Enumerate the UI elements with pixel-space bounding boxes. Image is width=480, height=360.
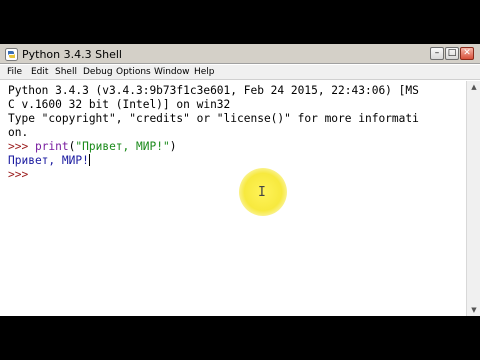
vertical-scrollbar[interactable]: ▲ ▼ (466, 81, 480, 316)
menu-debug[interactable]: Debug (83, 67, 113, 77)
banner-line: C v.1600 32 bit (Intel)] on win32 (8, 98, 231, 111)
idle-shell-window: Python 3.4.3 Shell – □ ✕ File Edit Shell… (0, 44, 480, 316)
window-title: Python 3.4.3 Shell (22, 48, 122, 61)
text-cursor (88, 154, 90, 166)
string-literal: "Привет, МИР!" (75, 140, 170, 153)
title-bar[interactable]: Python 3.4.3 Shell – □ ✕ (0, 44, 480, 64)
menu-options[interactable]: Options (116, 67, 151, 77)
print-output: Привет, МИР! (8, 154, 89, 167)
shell-prompt: >>> (8, 140, 35, 153)
menu-shell[interactable]: Shell (55, 67, 77, 77)
text-ibeam-cursor-icon: I (258, 185, 266, 200)
output-line: Привет, МИР! (8, 154, 466, 168)
menu-window[interactable]: Window (154, 67, 190, 77)
print-builtin: print (34, 140, 69, 153)
banner-line: Type "copyright", "credits" or "license(… (8, 112, 419, 125)
maximize-button[interactable]: □ (445, 47, 459, 60)
scroll-down-arrow-icon[interactable]: ▼ (469, 305, 479, 315)
menu-help[interactable]: Help (194, 67, 215, 77)
minimize-button[interactable]: – (430, 47, 444, 60)
close-button[interactable]: ✕ (460, 47, 474, 60)
banner-line: on. (8, 126, 29, 139)
next-prompt[interactable]: >>> (8, 168, 466, 182)
menu-file[interactable]: File (7, 67, 22, 77)
menu-edit[interactable]: Edit (31, 67, 48, 77)
python-idle-icon (5, 48, 18, 61)
input-line: >>> print("Привет, МИР!") (8, 140, 466, 154)
banner-line: Python 3.4.3 (v3.4.3:9b73f1c3e601, Feb 2… (8, 84, 419, 97)
scroll-up-arrow-icon[interactable]: ▲ (469, 82, 479, 92)
close-paren: ) (169, 140, 177, 153)
shell-text-area[interactable]: Python 3.4.3 (v3.4.3:9b73f1c3e601, Feb 2… (0, 81, 466, 316)
menu-bar: File Edit Shell Debug Options Window Hel… (0, 65, 480, 80)
